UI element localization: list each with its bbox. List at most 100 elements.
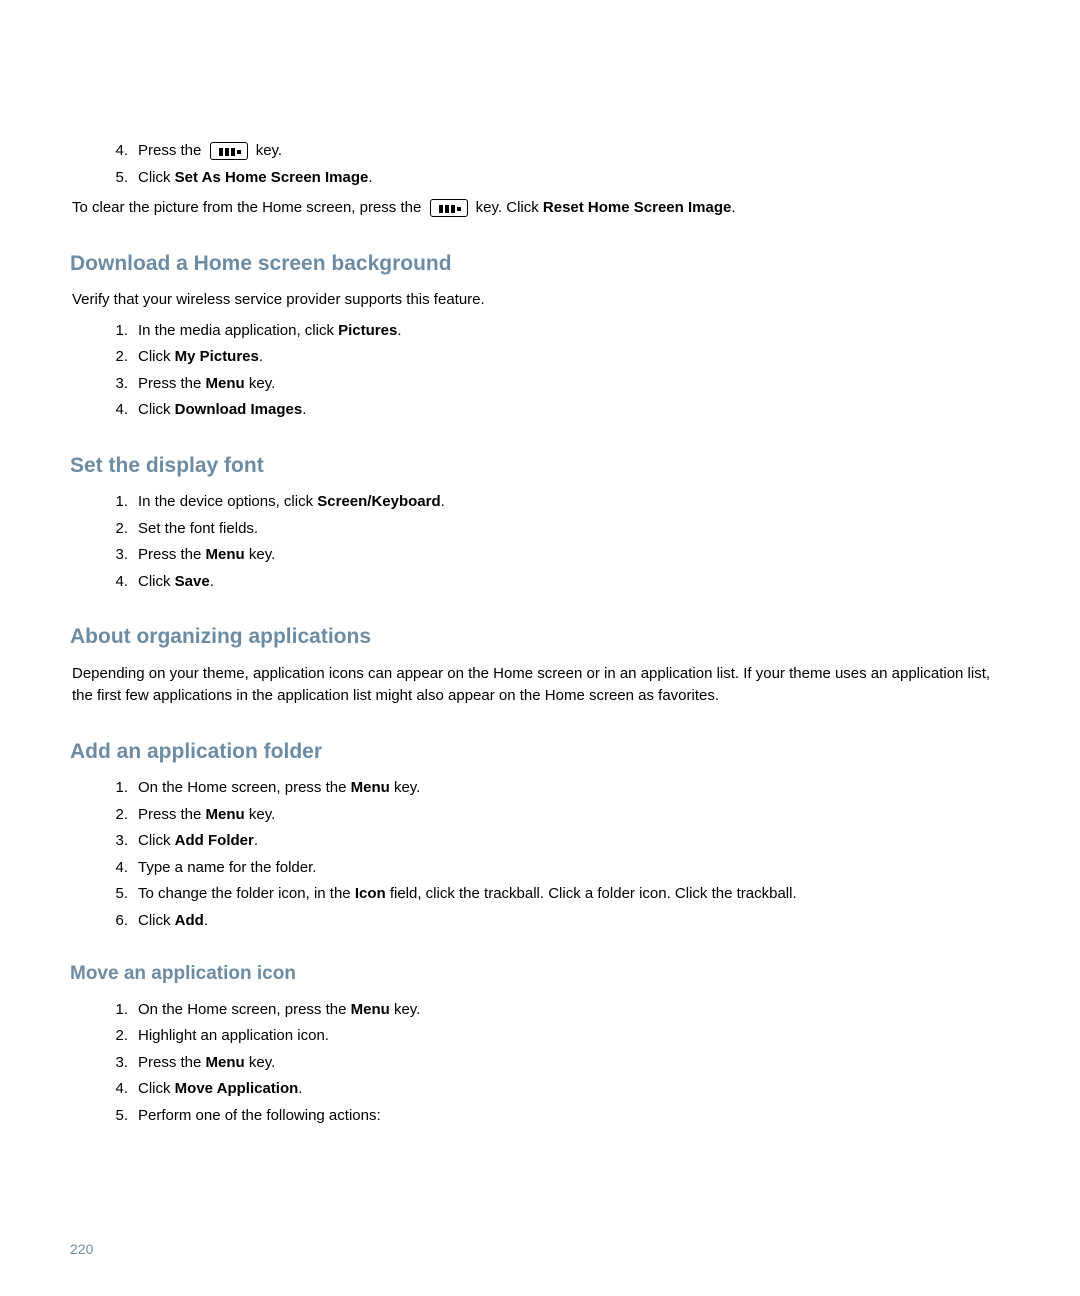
section-heading: Move an application icon	[70, 960, 1010, 989]
section-heading: Download a Home screen background	[70, 248, 1010, 280]
text: Press the	[138, 1054, 206, 1071]
text: Click	[138, 348, 175, 365]
list-number: 4.	[100, 1078, 128, 1101]
list-item: 1.On the Home screen, press the Menu key…	[118, 777, 1010, 800]
bold-text: Menu	[206, 375, 245, 392]
bold-text: Menu	[206, 1054, 245, 1071]
text: key.	[256, 142, 282, 159]
list-number: 4.	[100, 399, 128, 422]
text: .	[302, 401, 306, 418]
text: key.	[390, 1001, 421, 1018]
text: Press the	[138, 806, 206, 823]
section-add-folder: Add an application folder 1.On the Home …	[70, 736, 1010, 933]
font-steps-list: 1.In the device options, click Screen/Ke…	[70, 491, 1010, 593]
list-item: 5. Click Set As Home Screen Image.	[118, 167, 1010, 190]
text: key. Click	[476, 199, 543, 216]
bold-text: Pictures	[338, 322, 397, 339]
list-item: 4.Type a name for the folder.	[118, 857, 1010, 880]
section-intro: Verify that your wireless service provid…	[70, 289, 1010, 312]
list-number: 4.	[100, 857, 128, 880]
list-item: 4.Click Move Application.	[118, 1078, 1010, 1101]
list-number: 2.	[100, 1025, 128, 1048]
text: .	[397, 322, 401, 339]
text: Highlight an application icon.	[138, 1027, 329, 1044]
text: .	[731, 199, 735, 216]
blackberry-key-icon	[430, 199, 468, 217]
list-item: 2.Highlight an application icon.	[118, 1025, 1010, 1048]
bold-text: Reset Home Screen Image	[543, 199, 731, 216]
bold-text: Download Images	[175, 401, 303, 418]
text: On the Home screen, press the	[138, 1001, 351, 1018]
text: In the media application, click	[138, 322, 338, 339]
text: .	[368, 169, 372, 186]
text: .	[210, 573, 214, 590]
text: Set the font fields.	[138, 520, 258, 537]
list-item: 4. Press the key.	[118, 140, 1010, 163]
list-number: 3.	[100, 373, 128, 396]
list-item: 3.Press the Menu key.	[118, 1052, 1010, 1075]
list-number: 2.	[100, 804, 128, 827]
list-item: 3.Click Add Folder.	[118, 830, 1010, 853]
list-item: 1.On the Home screen, press the Menu key…	[118, 999, 1010, 1022]
section-heading: Set the display font	[70, 450, 1010, 482]
bold-text: Menu	[206, 806, 245, 823]
list-number: 1.	[100, 777, 128, 800]
list-number: 1.	[100, 320, 128, 343]
text: key.	[245, 1054, 276, 1071]
text: Type a name for the folder.	[138, 859, 316, 876]
list-item: 2.Press the Menu key.	[118, 804, 1010, 827]
text: Press the	[138, 546, 206, 563]
text: Click	[138, 169, 175, 186]
section-heading: Add an application folder	[70, 736, 1010, 768]
text: Click	[138, 401, 175, 418]
text: In the device options, click	[138, 493, 317, 510]
section-download-background: Download a Home screen background Verify…	[70, 248, 1010, 422]
text: Perform one of the following actions:	[138, 1107, 381, 1124]
list-number: 2.	[100, 346, 128, 369]
bold-text: Screen/Keyboard	[317, 493, 440, 510]
section-display-font: Set the display font 1.In the device opt…	[70, 450, 1010, 594]
download-steps-list: 1. In the media application, click Pictur…	[70, 320, 1010, 422]
text: .	[204, 912, 208, 929]
section-move-icon: Move an application icon 1.On the Home s…	[70, 960, 1010, 1127]
bold-text: Menu	[206, 546, 245, 563]
text: Press the	[138, 375, 206, 392]
list-number: 5.	[100, 883, 128, 906]
list-number: 1.	[100, 999, 128, 1022]
list-number: 4.	[100, 571, 128, 594]
list-item: 5.Perform one of the following actions:	[118, 1105, 1010, 1128]
blackberry-key-icon	[210, 142, 248, 160]
section-organizing-apps: About organizing applications Depending …	[70, 621, 1010, 708]
list-item: 6.Click Add.	[118, 910, 1010, 933]
list-item: 2.Set the font fields.	[118, 518, 1010, 541]
text: key.	[390, 779, 421, 796]
bold-text: Add Folder	[175, 832, 254, 849]
list-number: 5.	[100, 1105, 128, 1128]
bold-text: My Pictures	[175, 348, 259, 365]
text: Press the	[138, 142, 206, 159]
text: .	[441, 493, 445, 510]
text: .	[259, 348, 263, 365]
top-continued-list: 4. Press the key. 5. Click Set As Home S…	[70, 140, 1010, 189]
text: Click	[138, 573, 175, 590]
text: To change the folder icon, in the	[138, 885, 355, 902]
section-body: Depending on your theme, application ico…	[70, 663, 1010, 708]
bold-text: Add	[175, 912, 204, 929]
list-number: 5.	[100, 167, 128, 190]
bold-text: Icon	[355, 885, 386, 902]
list-item: 2.Click My Pictures.	[118, 346, 1010, 369]
clear-picture-paragraph: To clear the picture from the Home scree…	[70, 197, 1010, 220]
text: Click	[138, 1080, 175, 1097]
list-item: 1.In the media application, click Pictur…	[118, 320, 1010, 343]
text: field, click the trackball. Click a fold…	[386, 885, 797, 902]
text: .	[298, 1080, 302, 1097]
text: .	[254, 832, 258, 849]
bold-text: Move Application	[175, 1080, 299, 1097]
text: On the Home screen, press the	[138, 779, 351, 796]
list-item: 5.To change the folder icon, in the Icon…	[118, 883, 1010, 906]
list-number: 3.	[100, 1052, 128, 1075]
text: Click	[138, 912, 175, 929]
list-item: 4.Click Save.	[118, 571, 1010, 594]
page-number: 220	[70, 1239, 93, 1260]
list-number: 6.	[100, 910, 128, 933]
